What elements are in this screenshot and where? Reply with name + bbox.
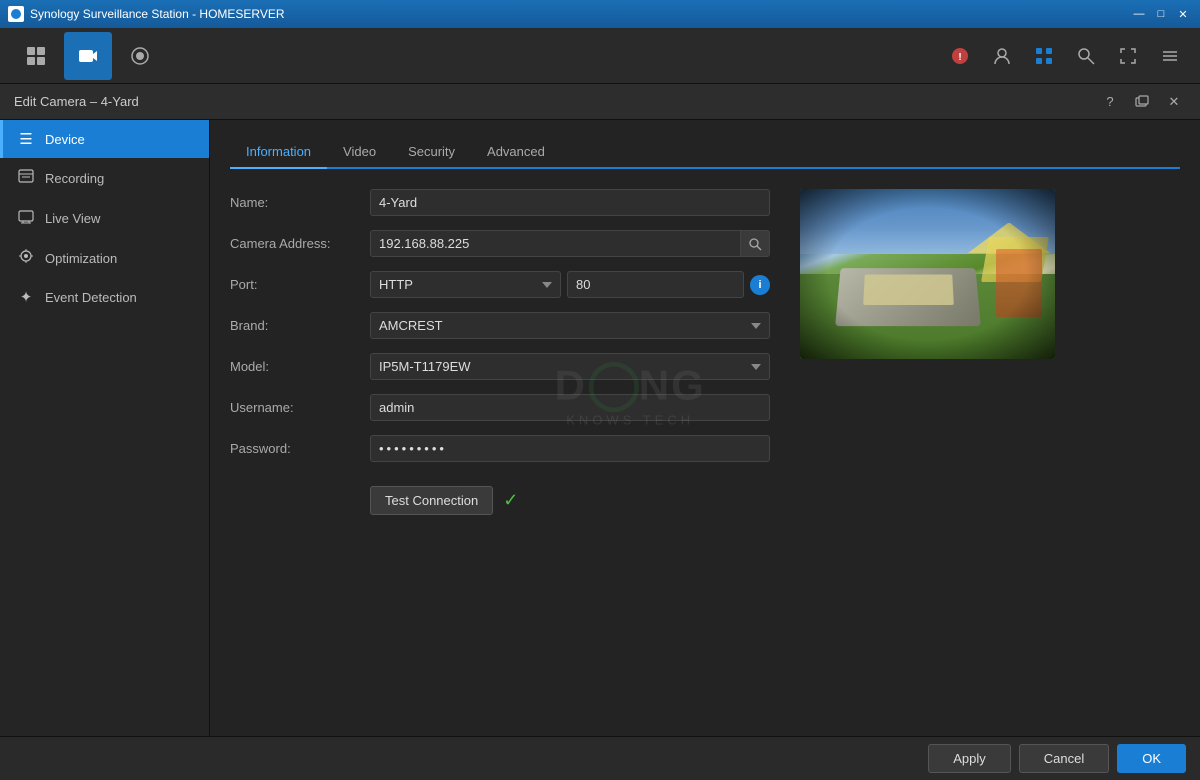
window-controls: — □ ✕ (1130, 5, 1192, 23)
camera-address-field (370, 230, 770, 257)
sidebar: ☰ Device Recording Li (0, 120, 210, 780)
form-fields: Name: Camera Address: (230, 189, 770, 529)
sidebar-item-device[interactable]: ☰ Device (0, 120, 209, 158)
port-label: Port: (230, 277, 370, 292)
toolbar-recording-btn[interactable] (116, 32, 164, 80)
close-dialog-button[interactable]: ✕ (1162, 90, 1186, 114)
cancel-button[interactable]: Cancel (1019, 744, 1109, 773)
main-layout: ☰ Device Recording Li (0, 120, 1200, 780)
ok-button[interactable]: OK (1117, 744, 1186, 773)
sidebar-item-liveview[interactable]: Live View (0, 198, 209, 238)
port-number-input[interactable] (567, 271, 744, 298)
toolbar-user-btn[interactable] (984, 38, 1020, 74)
camera-preview-panel (800, 189, 1055, 529)
top-toolbar: ! (0, 28, 1200, 84)
liveview-icon (17, 208, 35, 228)
name-label: Name: (230, 195, 370, 210)
address-search-button[interactable] (740, 230, 770, 257)
toolbar-nav-group (12, 32, 164, 80)
subheader-title: Edit Camera – 4-Yard (14, 94, 1098, 109)
camera-preview-image (800, 189, 1055, 359)
username-input[interactable] (370, 394, 770, 421)
device-icon: ☰ (17, 130, 35, 148)
connection-success-icon: ✓ (503, 490, 518, 511)
sidebar-item-liveview-label: Live View (45, 211, 100, 226)
apply-button[interactable]: Apply (928, 744, 1011, 773)
recording-icon (17, 168, 35, 188)
sidebar-item-recording[interactable]: Recording (0, 158, 209, 198)
tab-advanced[interactable]: Advanced (471, 136, 561, 169)
close-button[interactable]: ✕ (1174, 5, 1192, 23)
toolbar-search-btn[interactable] (1068, 38, 1104, 74)
app-title: Synology Surveillance Station - HOMESERV… (30, 7, 1130, 21)
port-row: Port: HTTP HTTPS i (230, 271, 770, 298)
sidebar-item-recording-label: Recording (45, 171, 104, 186)
help-button[interactable]: ? (1098, 90, 1122, 114)
password-input[interactable] (370, 435, 770, 462)
username-label: Username: (230, 400, 370, 415)
tab-information[interactable]: Information (230, 136, 327, 169)
brand-label: Brand: (230, 318, 370, 333)
sidebar-item-optimization[interactable]: Optimization (0, 238, 209, 278)
password-label: Password: (230, 441, 370, 456)
name-row: Name: (230, 189, 770, 216)
toolbar-grid-btn[interactable] (1026, 38, 1062, 74)
toolbar-camera-btn[interactable] (64, 32, 112, 80)
test-connection-button[interactable]: Test Connection (370, 486, 493, 515)
camera-address-label: Camera Address: (230, 236, 370, 251)
toolbar-fullscreen-btn[interactable] (1110, 38, 1146, 74)
tabs: Information Video Security Advanced (230, 136, 1180, 169)
tab-video[interactable]: Video (327, 136, 392, 169)
toolbar-menu-btn[interactable] (1152, 38, 1188, 74)
subheader-actions: ? ✕ (1098, 90, 1186, 114)
content-area: Information Video Security Advanced Name… (210, 120, 1200, 780)
toolbar-notifications-btn[interactable]: ! (942, 38, 978, 74)
minimize-button[interactable]: — (1130, 5, 1148, 23)
sidebar-item-event-detection-label: Event Detection (45, 290, 137, 305)
sidebar-item-event-detection[interactable]: ✦ Event Detection (0, 278, 209, 316)
tab-security[interactable]: Security (392, 136, 471, 169)
brand-select[interactable]: AMCREST Axis Hikvision Dahua (370, 312, 770, 339)
model-select[interactable]: IP5M-T1179EW Other (370, 353, 770, 380)
camera-address-input[interactable] (370, 230, 740, 257)
username-row: Username: (230, 394, 770, 421)
form-grid: Name: Camera Address: (230, 189, 1180, 529)
restore-button[interactable] (1130, 90, 1154, 114)
test-connection-row: Test Connection ✓ (230, 476, 770, 515)
sidebar-item-device-label: Device (45, 132, 85, 147)
port-field: HTTP HTTPS i (370, 271, 770, 298)
port-info-icon[interactable]: i (750, 275, 770, 295)
svg-text:!: ! (958, 52, 961, 63)
title-bar: Synology Surveillance Station - HOMESERV… (0, 0, 1200, 28)
app-icon (8, 6, 24, 22)
event-detection-icon: ✦ (17, 288, 35, 306)
camera-address-row: Camera Address: (230, 230, 770, 257)
toolbar-dashboard-btn[interactable] (12, 32, 60, 80)
toolbar-right: ! (942, 38, 1188, 74)
port-protocol-select[interactable]: HTTP HTTPS (370, 271, 561, 298)
sidebar-item-optimization-label: Optimization (45, 251, 117, 266)
model-label: Model: (230, 359, 370, 374)
test-connection-group: Test Connection ✓ (370, 486, 518, 515)
brand-row: Brand: AMCREST Axis Hikvision Dahua (230, 312, 770, 339)
optimization-icon (17, 248, 35, 268)
model-row: Model: IP5M-T1179EW Other (230, 353, 770, 380)
maximize-button[interactable]: □ (1152, 5, 1170, 23)
subheader: Edit Camera – 4-Yard ? ✕ (0, 84, 1200, 120)
bottom-bar: Apply Cancel OK (0, 736, 1200, 780)
password-row: Password: (230, 435, 770, 462)
name-input[interactable] (370, 189, 770, 216)
